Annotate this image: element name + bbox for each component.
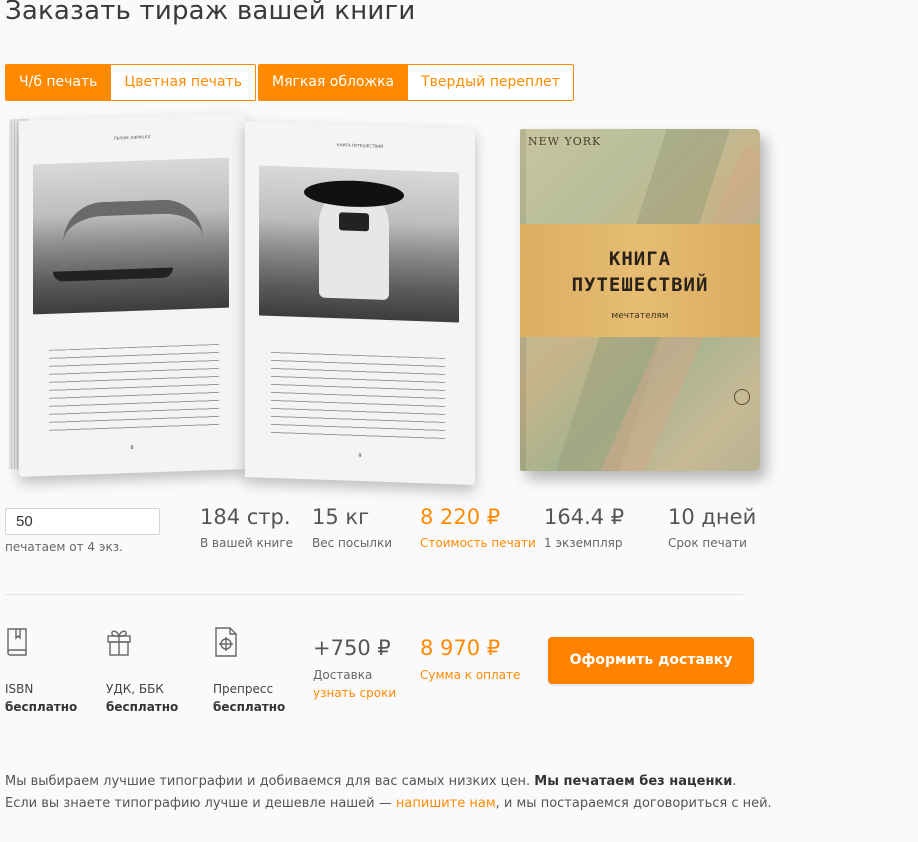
print-type-toggle: Ч/б печать Цветная печать bbox=[5, 64, 256, 101]
book-icon bbox=[7, 628, 27, 656]
right-page: КНИГА ПУТЕШЕСТВИЙ 9 bbox=[245, 121, 475, 486]
delivery-terms-link[interactable]: узнать сроки bbox=[313, 686, 396, 700]
total-price: 8 970 ₽ Сумма к оплате bbox=[420, 636, 521, 682]
stat-print-cost: 8 220 ₽ Стоимость печати bbox=[420, 505, 536, 550]
print-color-option[interactable]: Цветная печать bbox=[110, 65, 255, 100]
left-page-number: 8 bbox=[130, 444, 134, 452]
left-page: ЛЬЮИС КЭРРОЛЛ 8 bbox=[19, 113, 245, 477]
gift-icon bbox=[107, 630, 131, 656]
photographer-photo bbox=[259, 165, 459, 323]
stat-print-time: 10 дней Срок печати bbox=[668, 505, 757, 550]
softcover-option[interactable]: Мягкая обложка bbox=[259, 65, 408, 100]
stat-weight: 15 кг Вес посылки bbox=[312, 505, 393, 550]
open-book-preview: ЛЬЮИС КЭРРОЛЛ 8 КНИГА ПУТЕШЕСТВИЙ 9 bbox=[5, 113, 475, 486]
quantity-note: печатаем от 4 экз. bbox=[5, 540, 123, 554]
right-page-number: 9 bbox=[358, 452, 362, 460]
right-running-head: КНИГА ПУТЕШЕСТВИЙ bbox=[336, 142, 384, 149]
document-target-icon bbox=[215, 627, 237, 657]
service-prepress: Препресс бесплатно bbox=[213, 626, 285, 714]
binding-type-toggle: Мягкая обложка Твердый переплет bbox=[258, 64, 574, 101]
venice-photo bbox=[33, 157, 229, 315]
order-delivery-button[interactable]: Оформить доставку bbox=[548, 637, 754, 684]
cover-title: КНИГА ПУТЕШЕСТВИЙ bbox=[571, 248, 709, 296]
service-isbn: ISBN бесплатно bbox=[5, 626, 77, 714]
footer-note: Мы выбираем лучшие типографии и добиваем… bbox=[5, 774, 772, 811]
right-page-text bbox=[271, 351, 445, 444]
hardcover-option[interactable]: Твердый переплет bbox=[407, 65, 573, 100]
quantity-input[interactable] bbox=[5, 508, 160, 535]
cover-title-band: КНИГА ПУТЕШЕСТВИЙ мечтателям bbox=[520, 224, 760, 337]
cover-map-text: NEW YORK bbox=[528, 135, 602, 148]
stat-pages: 184 стр. В вашей книге bbox=[200, 505, 294, 550]
divider bbox=[5, 594, 743, 595]
print-bw-option[interactable]: Ч/б печать bbox=[6, 65, 111, 100]
left-running-head: ЛЬЮИС КЭРРОЛЛ bbox=[113, 134, 151, 141]
compass-rose-icon bbox=[734, 389, 750, 405]
cover-subtitle: мечтателям bbox=[611, 311, 669, 321]
stat-unit-price: 164.4 ₽ 1 экземпляр bbox=[544, 505, 625, 550]
service-udk: УДК, ББК бесплатно bbox=[106, 626, 178, 714]
page-title: Заказать тираж вашей книги bbox=[5, 0, 416, 26]
book-cover-preview: NEW YORK КНИГА ПУТЕШЕСТВИЙ мечтателям bbox=[520, 129, 760, 471]
delivery-price: +750 ₽ Доставка узнать сроки bbox=[313, 636, 397, 700]
left-page-text bbox=[49, 343, 219, 436]
contact-us-link[interactable]: напишите нам bbox=[396, 796, 496, 811]
